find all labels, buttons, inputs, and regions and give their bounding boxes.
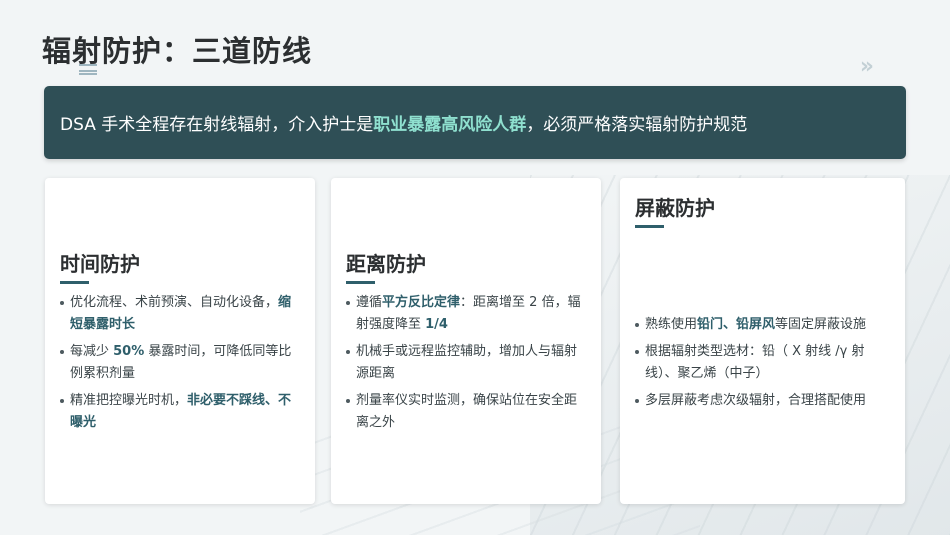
card-time-protection: 时间防护 优化流程、术前预演、自动化设备，缩短暴露时长 每减少 50% 暴露时间… — [45, 178, 315, 504]
card-list: 遵循平方反比定律：距离增至 2 倍，辐射强度降至 1/4 机械手或远程监控辅助，… — [346, 292, 587, 439]
list-item: 精准把控曝光时机，非必要不踩线、不曝光 — [60, 390, 301, 434]
banner-highlight: 职业暴露高风险人群 — [373, 115, 527, 135]
banner-text-prefix: DSA 手术全程存在射线辐射，介入护士是 — [60, 115, 374, 135]
list-item: 熟练使用铅门、铅屏风等固定屏蔽设施 — [635, 314, 891, 336]
card-title: 距离防护 — [346, 252, 426, 276]
lines-icon — [79, 64, 97, 75]
card-title-underline — [60, 281, 89, 284]
card-title-underline — [346, 281, 375, 284]
card-title: 时间防护 — [60, 252, 140, 276]
list-item: 剂量率仪实时监测，确保站位在安全距离之外 — [346, 390, 587, 434]
banner-text-suffix: ，必须严格落实辐射防护规范 — [526, 115, 748, 135]
double-chevron-icon: ›› — [859, 54, 874, 79]
card-title-underline — [635, 225, 664, 228]
list-item: 多层屏蔽考虑次级辐射，合理搭配使用 — [635, 390, 891, 412]
card-shield-protection: 屏蔽防护 熟练使用铅门、铅屏风等固定屏蔽设施 根据辐射类型选材：铅（ X 射线 … — [620, 178, 905, 504]
list-item: 机械手或远程监控辅助，增加人与辐射源距离 — [346, 341, 587, 385]
card-title: 屏蔽防护 — [635, 196, 715, 220]
list-item: 优化流程、术前预演、自动化设备，缩短暴露时长 — [60, 292, 301, 336]
list-item: 每减少 50% 暴露时间，可降低同等比例累积剂量 — [60, 341, 301, 385]
list-item: 遵循平方反比定律：距离增至 2 倍，辐射强度降至 1/4 — [346, 292, 587, 336]
card-distance-protection: 距离防护 遵循平方反比定律：距离增至 2 倍，辐射强度降至 1/4 机械手或远程… — [331, 178, 601, 504]
card-list: 优化流程、术前预演、自动化设备，缩短暴露时长 每减少 50% 暴露时间，可降低同… — [60, 292, 301, 439]
intro-banner: DSA 手术全程存在射线辐射，介入护士是 职业暴露高风险人群 ，必须严格落实辐射防护… — [44, 86, 906, 159]
card-list: 熟练使用铅门、铅屏风等固定屏蔽设施 根据辐射类型选材：铅（ X 射线 /γ 射线… — [635, 314, 891, 417]
list-item: 根据辐射类型选材：铅（ X 射线 /γ 射线）、聚乙烯（中子） — [635, 341, 891, 385]
